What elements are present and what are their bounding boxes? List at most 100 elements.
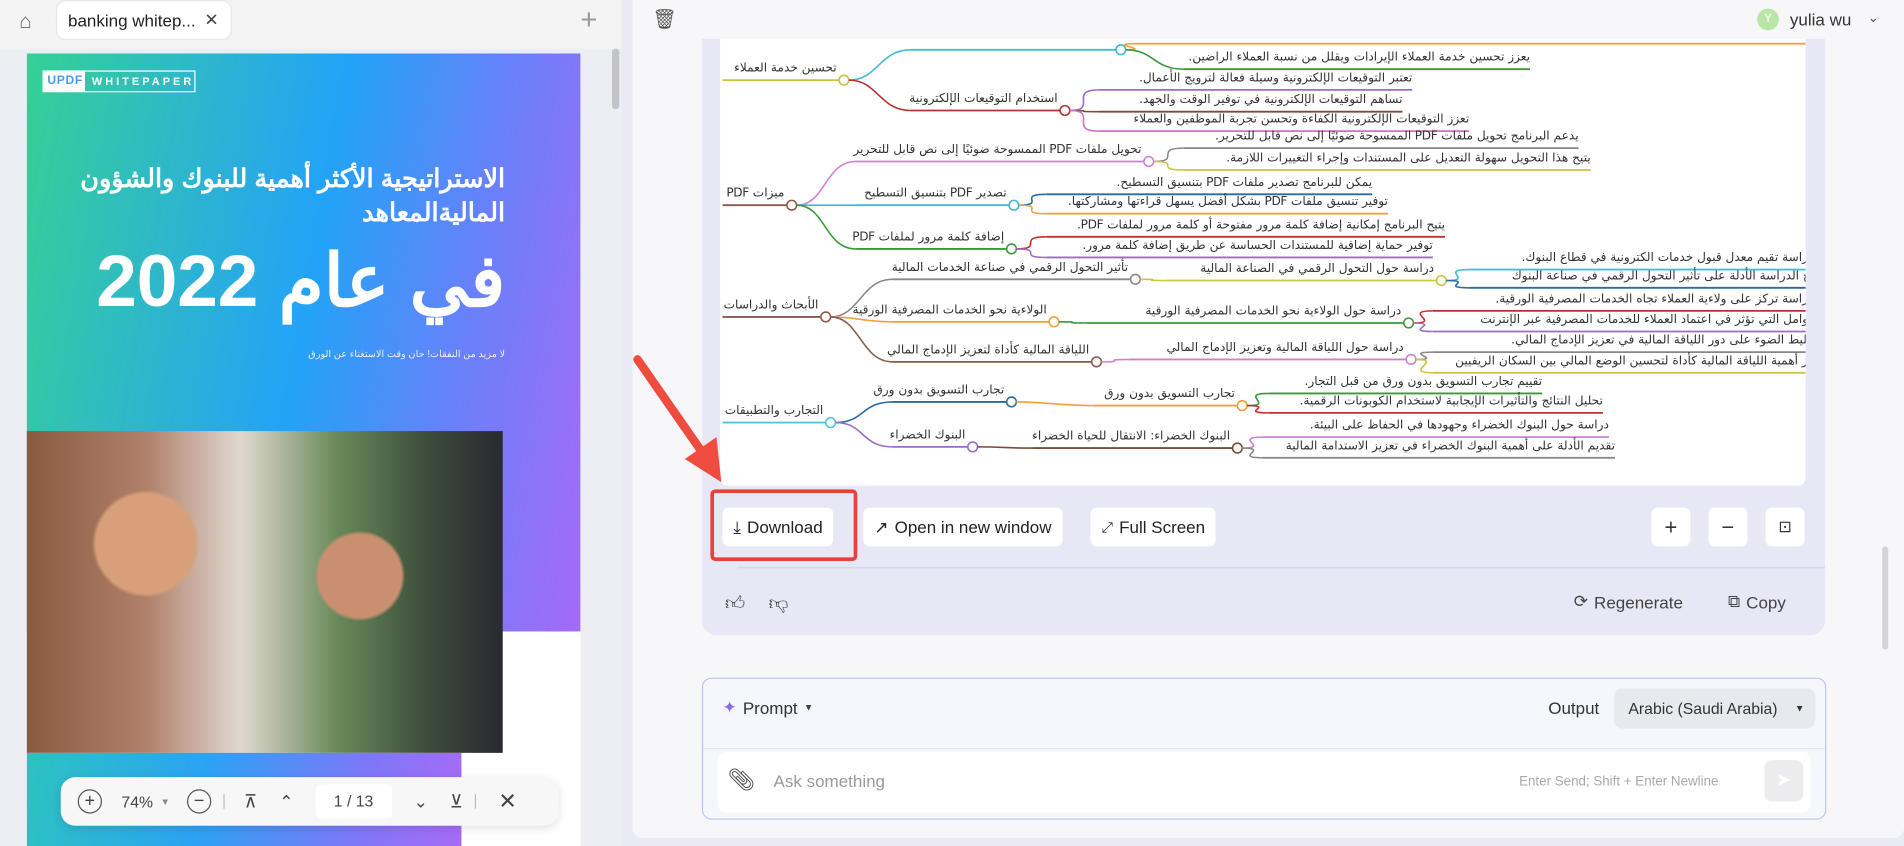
zoom-dropdown-icon[interactable]: ▼ xyxy=(160,796,170,807)
mindmap-node[interactable]: العوامل التي تؤثر في اعتماد العملاء للخد… xyxy=(1433,313,1805,330)
previous-page-icon[interactable]: ⌃ xyxy=(279,791,293,812)
mindmap-collapse-toggle[interactable] xyxy=(1115,44,1127,56)
mindmap-node[interactable]: تسليط الضوء على دور اللياقة المالية في ت… xyxy=(1433,334,1806,351)
zoom-in-icon[interactable]: + xyxy=(77,789,103,814)
mindmap-collapse-toggle[interactable] xyxy=(1005,396,1018,408)
mindmap-branch-node[interactable]: تحسين خدمة العملاء xyxy=(723,62,837,79)
chat-scrollbar[interactable] xyxy=(1882,546,1889,650)
user-name[interactable]: yulia wu xyxy=(1790,10,1851,29)
mindmap-node[interactable]: دراسة حول التحول الرقمي في الصناعة المال… xyxy=(1166,262,1434,279)
fit-view-button[interactable]: ⊡ xyxy=(1765,507,1805,547)
mindmap-node[interactable]: تبرز أهمية اللياقة المالية كأداة لتحسين … xyxy=(1433,355,1806,372)
download-button[interactable]: ⤓ Download xyxy=(722,507,834,547)
page-separator: / xyxy=(346,791,352,810)
trash-icon[interactable]: 🗑 xyxy=(652,7,677,31)
mindmap-node[interactable]: دراسة حول الولاءية نحو الخدمات المصرفية … xyxy=(1087,305,1401,322)
output-language-select[interactable]: Arabic (Saudi Arabia) ▼ xyxy=(1613,688,1816,729)
mindmap-node[interactable]: تحليل النتائج والتأثيرات الإيجابية لاستخ… xyxy=(1269,395,1603,412)
avatar[interactable]: Y xyxy=(1757,8,1779,31)
mindmap-connector xyxy=(1415,358,1433,374)
mindmap-node[interactable]: تجارب التسويق بدون ورق xyxy=(1093,387,1235,404)
mindmap-node[interactable]: الولاءية نحو الخدمات المصرفية الورقية xyxy=(852,304,1047,321)
mindmap-collapse-toggle[interactable] xyxy=(1435,274,1448,287)
prompt-mode-dropdown[interactable]: ✦ Prompt ▼ xyxy=(723,697,814,718)
mindmap-node[interactable]: تحويل ملفات PDF الممسوحة ضوئيًا إلى نص ق… xyxy=(853,143,1141,160)
mindmap-connector xyxy=(1101,358,1130,363)
mindmap-node[interactable]: إضافة كلمة مرور لملفات PDF xyxy=(852,231,1004,248)
mindmap-node[interactable]: يمكن للبرنامج تصدير ملفات PDF بتنسيق الت… xyxy=(1047,176,1373,193)
mindmap-collapse-toggle[interactable] xyxy=(1402,317,1415,329)
mindmap-collapse-toggle[interactable] xyxy=(1129,273,1142,285)
copy-button[interactable]: ⧉ Copy xyxy=(1728,591,1786,612)
mindmap-node[interactable]: يتيح هذا التحويل سهولة التعديل على المست… xyxy=(1184,152,1591,169)
close-toolbar-icon[interactable]: ✕ xyxy=(498,789,516,815)
mindmap-node[interactable]: تعزز التوقيعات الإلكترونية الكفاءة وتحسن… xyxy=(1099,113,1470,130)
mindmap-branch-node[interactable]: ميزات PDF xyxy=(723,187,784,204)
ask-input[interactable]: 📎︎ Ask something Enter Send; Shift + Ent… xyxy=(717,751,1811,813)
mindmap-collapse-toggle[interactable] xyxy=(1405,353,1417,366)
mindmap-collapse-toggle[interactable] xyxy=(1090,356,1103,368)
mindmap-node[interactable]: الدراسة تقيم معدل قبول خدمات الكترونية ف… xyxy=(1469,251,1806,268)
mindmap-collapse-toggle[interactable] xyxy=(824,416,837,429)
mindmap-node[interactable]: الدراسة تركز على ولاءية العملاء تجاه الخ… xyxy=(1433,293,1805,310)
mindmap-node[interactable]: تعتبر التوقيعات الإلكترونية وسيلة فعالة … xyxy=(1099,72,1413,89)
mindmap-collapse-toggle[interactable] xyxy=(1143,155,1155,168)
last-page-icon[interactable]: ⊻ xyxy=(450,791,463,813)
mindmap-collapse-toggle[interactable] xyxy=(786,199,798,211)
document-tab[interactable]: banking whitep... ✕ xyxy=(55,0,232,41)
full-screen-button[interactable]: ⤢ Full Screen xyxy=(1090,507,1217,547)
mindmap-node[interactable]: توفير تنسيق ملفات PDF بشكل أفضل يسهل قرا… xyxy=(1047,196,1388,213)
mindmap-node[interactable]: استخدام التوقيعات الإلكترونية xyxy=(909,92,1058,109)
page-number-input[interactable]: 1 / 13 xyxy=(315,784,392,819)
mindmap-node[interactable]: تصدير PDF بتنسيق التسطيح xyxy=(856,187,1007,204)
regenerate-button[interactable]: ⟳ Regenerate xyxy=(1574,591,1683,612)
mindmap-collapse-toggle[interactable] xyxy=(1008,199,1020,211)
mindmap-node[interactable]: تجارب التسويق بدون ورق xyxy=(873,384,1004,401)
new-tab-icon[interactable]: + xyxy=(580,4,597,38)
send-button[interactable]: ➤ xyxy=(1764,760,1804,802)
mindmap-node[interactable]: تقييم تجارب التسويق بدون ورق من قبل التج… xyxy=(1269,375,1543,392)
mindmap-branch-node[interactable]: التجارب والتطبيقات xyxy=(723,404,824,421)
mindmap-collapse-toggle[interactable] xyxy=(1048,316,1060,328)
mindmap-canvas[interactable]: تحسين خدمة العملاء يعزز تحسين خدمة العملا… xyxy=(720,0,1806,486)
mindmap-collapse-toggle[interactable] xyxy=(1005,243,1018,255)
mindmap-branch-node[interactable]: الأبحاث والدراسات xyxy=(723,299,819,316)
mindmap-node[interactable]: دراسة حول البنوك الخضراء وجهودها في الحف… xyxy=(1263,419,1610,436)
mindmap-node[interactable]: اللياقة المالية كأداة لتعزيز الإدماج الم… xyxy=(887,344,1090,361)
mindmap-node[interactable]: البنوك الخضراء: الانتقال للحياة الخضراء xyxy=(1032,430,1230,447)
mindmap-collapse-toggle[interactable] xyxy=(1059,104,1071,117)
mindmap-collapse-toggle[interactable] xyxy=(838,74,850,86)
open-new-window-button[interactable]: ↗ Open in new window xyxy=(863,507,1063,547)
mindmap-node[interactable]: البنوك الخضراء xyxy=(890,429,966,446)
logo-label: WHITEPAPER xyxy=(91,75,195,88)
mindmap-connector xyxy=(1018,204,1047,215)
zoom-level[interactable]: 74% xyxy=(121,792,153,810)
pdf-scrollbar[interactable] xyxy=(612,48,620,110)
mindmap-node[interactable]: توفير حماية إضافية للمستندات الحساسة عن … xyxy=(1047,239,1433,256)
mindmap-zoom-in-button[interactable]: + xyxy=(1651,507,1691,547)
mindmap-node[interactable]: يتيح البرنامج إمكانية إضافة كلمة مرور مف… xyxy=(1047,219,1445,236)
thumbs-down-icon[interactable]: 👎︎ xyxy=(769,593,789,616)
mindmap-collapse-toggle[interactable] xyxy=(1236,399,1248,412)
mindmap-node[interactable]: دراسة حول اللياقة المالية وتعزيز الإدماج… xyxy=(1129,341,1404,358)
mindmap-node[interactable]: يدعم البرنامج تحويل ملفات PDF الممسوحة ض… xyxy=(1184,130,1579,147)
next-page-icon[interactable]: ⌄ xyxy=(414,791,428,812)
close-tab-icon[interactable]: ✕ xyxy=(204,10,218,31)
mindmap-node[interactable]: تأثير التحول الرقمي في صناعة الخدمات الم… xyxy=(892,261,1129,278)
home-icon[interactable]: ⌂ xyxy=(12,10,39,34)
pdf-viewer-panel: ⌂ banking whitep... ✕ + UPDF WHITEPAPER … xyxy=(0,0,622,846)
mindmap-zoom-out-button[interactable]: − xyxy=(1708,507,1748,547)
mindmap-collapse-toggle[interactable] xyxy=(820,311,832,323)
mindmap-node[interactable]: تقديم الأدلة على أهمية البنوك الخضراء في… xyxy=(1263,440,1616,457)
paperclip-icon[interactable]: 📎︎ xyxy=(727,767,755,793)
chevron-down-icon[interactable]: ⌄ xyxy=(1868,10,1879,26)
mindmap-node[interactable]: يعزز تحسين خدمة العملاء الإيرادات ويقلل … xyxy=(1184,51,1530,68)
mindmap-connector xyxy=(1069,109,1099,132)
zoom-out-icon[interactable]: − xyxy=(186,789,212,814)
mindmap-collapse-toggle[interactable] xyxy=(1231,442,1244,454)
mindmap-node[interactable]: تساهم التوقيعات الإلكترونية في توفير الو… xyxy=(1099,94,1403,111)
mindmap-collapse-toggle[interactable] xyxy=(967,441,979,453)
mindmap-node[interactable]: تتيح الدراسة الأدلة على تأثير التحول الر… xyxy=(1469,270,1806,287)
first-page-icon[interactable]: ⊼ xyxy=(244,791,257,813)
thumbs-up-icon[interactable]: 👍︎ xyxy=(725,593,745,616)
